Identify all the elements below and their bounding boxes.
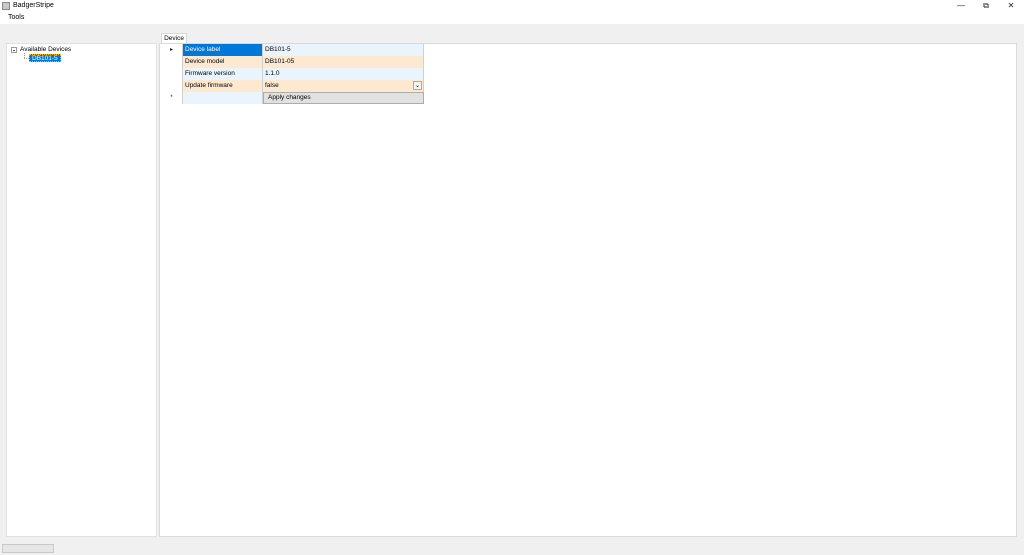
property-value: false [265, 82, 279, 89]
restore-button[interactable]: ⧉ [973, 0, 999, 12]
property-name[interactable]: Device model [183, 56, 263, 68]
minimize-button[interactable]: — [948, 0, 974, 12]
device-tab-panel [159, 43, 1017, 537]
status-bar [0, 541, 1024, 555]
device-property-grid: ▸ Device label DB101-5 Device model DB10… [161, 44, 424, 104]
chevron-down-icon[interactable]: ⌄ [413, 81, 422, 90]
current-row-indicator-icon[interactable]: ▸ [161, 44, 183, 56]
close-button[interactable]: ✕ [998, 0, 1024, 12]
status-segment [2, 544, 54, 553]
tab-device[interactable]: Device [161, 33, 187, 43]
table-row[interactable]: Device model DB101-05 [161, 56, 424, 68]
table-row-new[interactable]: * Apply changes [161, 92, 424, 104]
menu-bar: Tools [0, 12, 1024, 24]
update-firmware-select[interactable]: false ⌄ [263, 80, 424, 92]
new-row-icon[interactable]: * [161, 92, 183, 104]
table-row[interactable]: Update firmware false ⌄ [161, 80, 424, 92]
row-header[interactable] [161, 68, 183, 80]
property-name[interactable] [183, 92, 263, 104]
property-name[interactable]: Device label [183, 44, 263, 56]
property-value[interactable]: DB101-05 [263, 56, 424, 68]
property-name[interactable]: Firmware version [183, 68, 263, 80]
tree-item-device[interactable]: DB101-5 [29, 54, 61, 62]
collapse-icon[interactable] [11, 47, 17, 53]
table-row[interactable]: Firmware version 1.1.0 [161, 68, 424, 80]
property-value[interactable]: 1.1.0 [263, 68, 424, 80]
table-row[interactable]: ▸ Device label DB101-5 [161, 44, 424, 56]
menu-tools[interactable]: Tools [8, 14, 24, 21]
row-header[interactable] [161, 80, 183, 92]
row-header[interactable] [161, 56, 183, 68]
title-bar: BadgerStripe — ⧉ ✕ [0, 0, 1024, 12]
tree-root-available-devices[interactable]: Available Devices [20, 46, 71, 53]
device-tree: Available Devices DB101-5 [6, 43, 157, 537]
property-name[interactable]: Update firmware [183, 80, 263, 92]
apply-changes-button[interactable]: Apply changes [263, 92, 424, 104]
property-value[interactable]: DB101-5 [263, 44, 424, 56]
window-title: BadgerStripe [13, 2, 54, 9]
app-icon [2, 2, 10, 10]
